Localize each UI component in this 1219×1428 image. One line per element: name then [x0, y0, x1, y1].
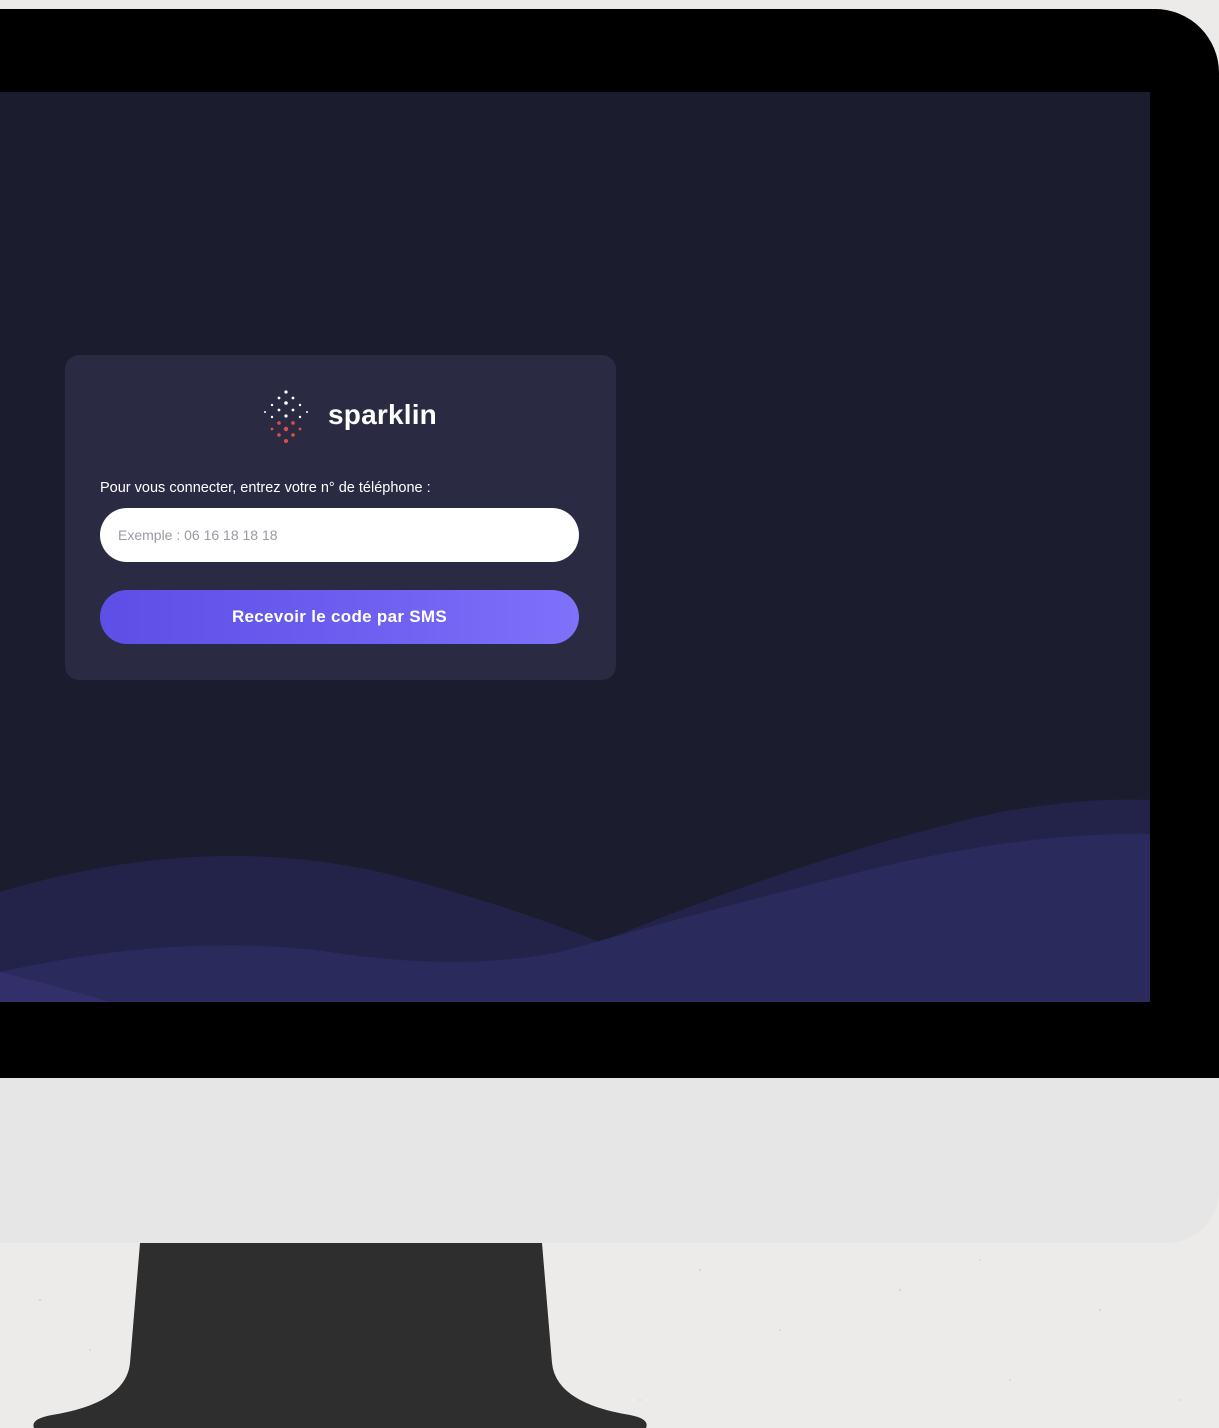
phone-prompt-label: Pour vous connecter, entrez votre n° de … [100, 480, 431, 496]
login-card: sparklin Pour vous connecter, entrez vot… [65, 355, 616, 680]
sparklin-logo-icon [264, 390, 308, 443]
brand: sparklin [65, 389, 616, 445]
phone-number-input[interactable] [100, 508, 579, 562]
monitor-chin [0, 1078, 1219, 1243]
app-screen: sparklin Pour vous connecter, entrez vot… [0, 92, 1150, 1002]
monitor-stand [33, 1243, 647, 1428]
brand-name: sparklin [328, 399, 437, 430]
receive-sms-code-button[interactable]: Recevoir le code par SMS [100, 590, 579, 644]
